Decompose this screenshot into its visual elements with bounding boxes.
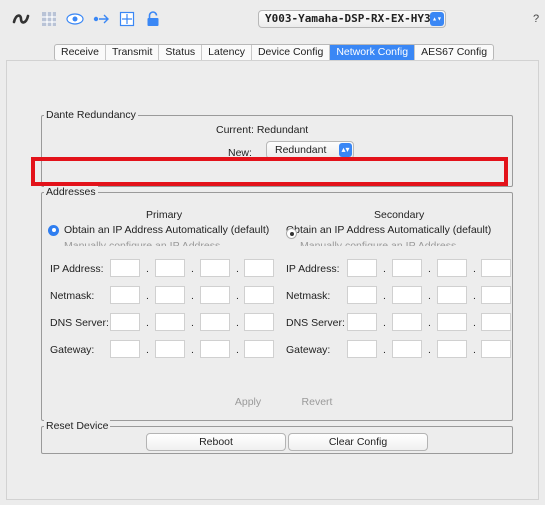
- tab-transmit[interactable]: Transmit: [106, 45, 160, 60]
- primary-gateway-octet[interactable]: [200, 340, 230, 358]
- secondary-gateway-label: Gateway:: [286, 344, 331, 356]
- secondary-gateway-octet[interactable]: [437, 340, 467, 358]
- radio-checked-icon: [48, 224, 59, 236]
- dante-logo-icon[interactable]: [10, 10, 32, 28]
- primary-dns-octet[interactable]: [155, 313, 185, 331]
- reset-device-title: Reset Device: [44, 420, 111, 432]
- primary-netmask-octet[interactable]: [244, 286, 274, 304]
- radio-selected-icon: [286, 228, 297, 239]
- primary-dns-label: DNS Server:: [50, 317, 109, 329]
- secondary-auto-radio[interactable]: Obtain an IP Address Automatically (defa…: [286, 224, 492, 239]
- lock-icon[interactable]: [142, 10, 164, 28]
- redundancy-select[interactable]: Redundant ▴▾: [266, 141, 354, 159]
- secondary-auto-label: Obtain an IP Address Automatically (defa…: [286, 224, 492, 236]
- secondary-dns-octet[interactable]: [347, 313, 377, 331]
- secondary-netmask-octet[interactable]: [481, 286, 511, 304]
- secondary-dns-octet[interactable]: [392, 313, 422, 331]
- chevron-updown-icon: ▴▾: [430, 12, 444, 26]
- tab-receive[interactable]: Receive: [55, 45, 106, 60]
- primary-gateway-octet[interactable]: [110, 340, 140, 358]
- primary-gateway-label: Gateway:: [50, 344, 95, 356]
- secondary-ip-octet[interactable]: [481, 259, 511, 277]
- reboot-button[interactable]: Reboot: [146, 433, 286, 451]
- primary-ip-octet[interactable]: [110, 259, 140, 277]
- primary-netmask-octet[interactable]: [200, 286, 230, 304]
- secondary-gateway-octet[interactable]: [392, 340, 422, 358]
- secondary-dns-label: DNS Server:: [286, 317, 345, 329]
- primary-title: Primary: [146, 209, 183, 221]
- primary-ip-label: IP Address:: [50, 263, 104, 275]
- dante-redundancy-title: Dante Redundancy: [44, 109, 138, 121]
- secondary-dns-octet[interactable]: [481, 313, 511, 331]
- device-select[interactable]: Y003-Yamaha-DSP-RX-EX-HY3 ▴▾: [258, 10, 446, 28]
- routing-grid-icon[interactable]: [38, 10, 60, 28]
- tab-latency[interactable]: Latency: [202, 45, 252, 60]
- primary-gateway-octet[interactable]: [155, 340, 185, 358]
- addresses-title: Addresses: [44, 186, 98, 198]
- secondary-title: Secondary: [374, 209, 425, 221]
- primary-netmask-octet[interactable]: [110, 286, 140, 304]
- primary-auto-label: Obtain an IP Address Automatically (defa…: [64, 224, 270, 236]
- revert-button[interactable]: Revert: [292, 393, 342, 411]
- reset-device-group: Reset Device Reboot Clear Config: [41, 420, 513, 454]
- primary-auto-radio[interactable]: Obtain an IP Address Automatically (defa…: [48, 224, 269, 236]
- ip-address-row: IP Address: . . . IP Address: . . .: [42, 259, 512, 277]
- toolbar: Y003-Yamaha-DSP-RX-EX-HY3 ▴▾ ?: [0, 0, 545, 38]
- secondary-ip-octet[interactable]: [437, 259, 467, 277]
- tab-network-config[interactable]: Network Config: [330, 45, 416, 60]
- redundancy-select-value: Redundant: [275, 144, 327, 156]
- secondary-netmask-octet[interactable]: [392, 286, 422, 304]
- new-redundancy-label: New:: [228, 147, 252, 159]
- secondary-ip-label: IP Address:: [286, 263, 340, 275]
- secondary-netmask-label: Netmask:: [286, 290, 331, 302]
- primary-dns-octet[interactable]: [200, 313, 230, 331]
- dante-redundancy-group: Dante Redundancy Current: Redundant New:…: [41, 109, 513, 187]
- addresses-group: Addresses Primary Secondary Obtain an IP…: [41, 186, 513, 421]
- secondary-gateway-octet[interactable]: [347, 340, 377, 358]
- current-redundancy: Current: Redundant: [216, 124, 309, 136]
- primary-ip-octet[interactable]: [244, 259, 274, 277]
- secondary-ip-octet[interactable]: [347, 259, 377, 277]
- clear-config-button[interactable]: Clear Config: [288, 433, 428, 451]
- secondary-manual-radio[interactable]: Manually configure an IP Address: [300, 240, 456, 246]
- tab-device-config[interactable]: Device Config: [252, 45, 331, 60]
- secondary-netmask-octet[interactable]: [347, 286, 377, 304]
- network-icon[interactable]: [90, 10, 112, 28]
- secondary-ip-octet[interactable]: [392, 259, 422, 277]
- apply-button[interactable]: Apply: [224, 393, 272, 411]
- primary-ip-octet[interactable]: [155, 259, 185, 277]
- tab-status[interactable]: Status: [159, 45, 203, 60]
- network-config-panel: Dante Redundancy Current: Redundant New:…: [6, 60, 539, 500]
- secondary-netmask-octet[interactable]: [437, 286, 467, 304]
- primary-dns-octet[interactable]: [110, 313, 140, 331]
- dns-server-row: DNS Server: . . . DNS Server: . . .: [42, 313, 512, 331]
- tab-bar: Receive Transmit Status Latency Device C…: [54, 44, 495, 61]
- primary-dns-octet[interactable]: [244, 313, 274, 331]
- gateway-row: Gateway: . . . Gateway: . . .: [42, 340, 512, 358]
- tab-aes67-config[interactable]: AES67 Config: [415, 45, 493, 60]
- plus-box-icon[interactable]: [116, 10, 138, 28]
- netmask-row: Netmask: . . . Netmask: . . .: [42, 286, 512, 304]
- secondary-gateway-octet[interactable]: [481, 340, 511, 358]
- secondary-dns-octet[interactable]: [437, 313, 467, 331]
- primary-gateway-octet[interactable]: [244, 340, 274, 358]
- help-button[interactable]: ?: [533, 13, 539, 25]
- chevron-updown-icon: ▴▾: [339, 143, 352, 157]
- primary-ip-octet[interactable]: [200, 259, 230, 277]
- eye-icon[interactable]: [64, 10, 86, 28]
- device-name: Y003-Yamaha-DSP-RX-EX-HY3: [265, 12, 431, 25]
- primary-netmask-label: Netmask:: [50, 290, 95, 302]
- primary-netmask-octet[interactable]: [155, 286, 185, 304]
- primary-manual-radio[interactable]: Manually configure an IP Address: [64, 240, 220, 246]
